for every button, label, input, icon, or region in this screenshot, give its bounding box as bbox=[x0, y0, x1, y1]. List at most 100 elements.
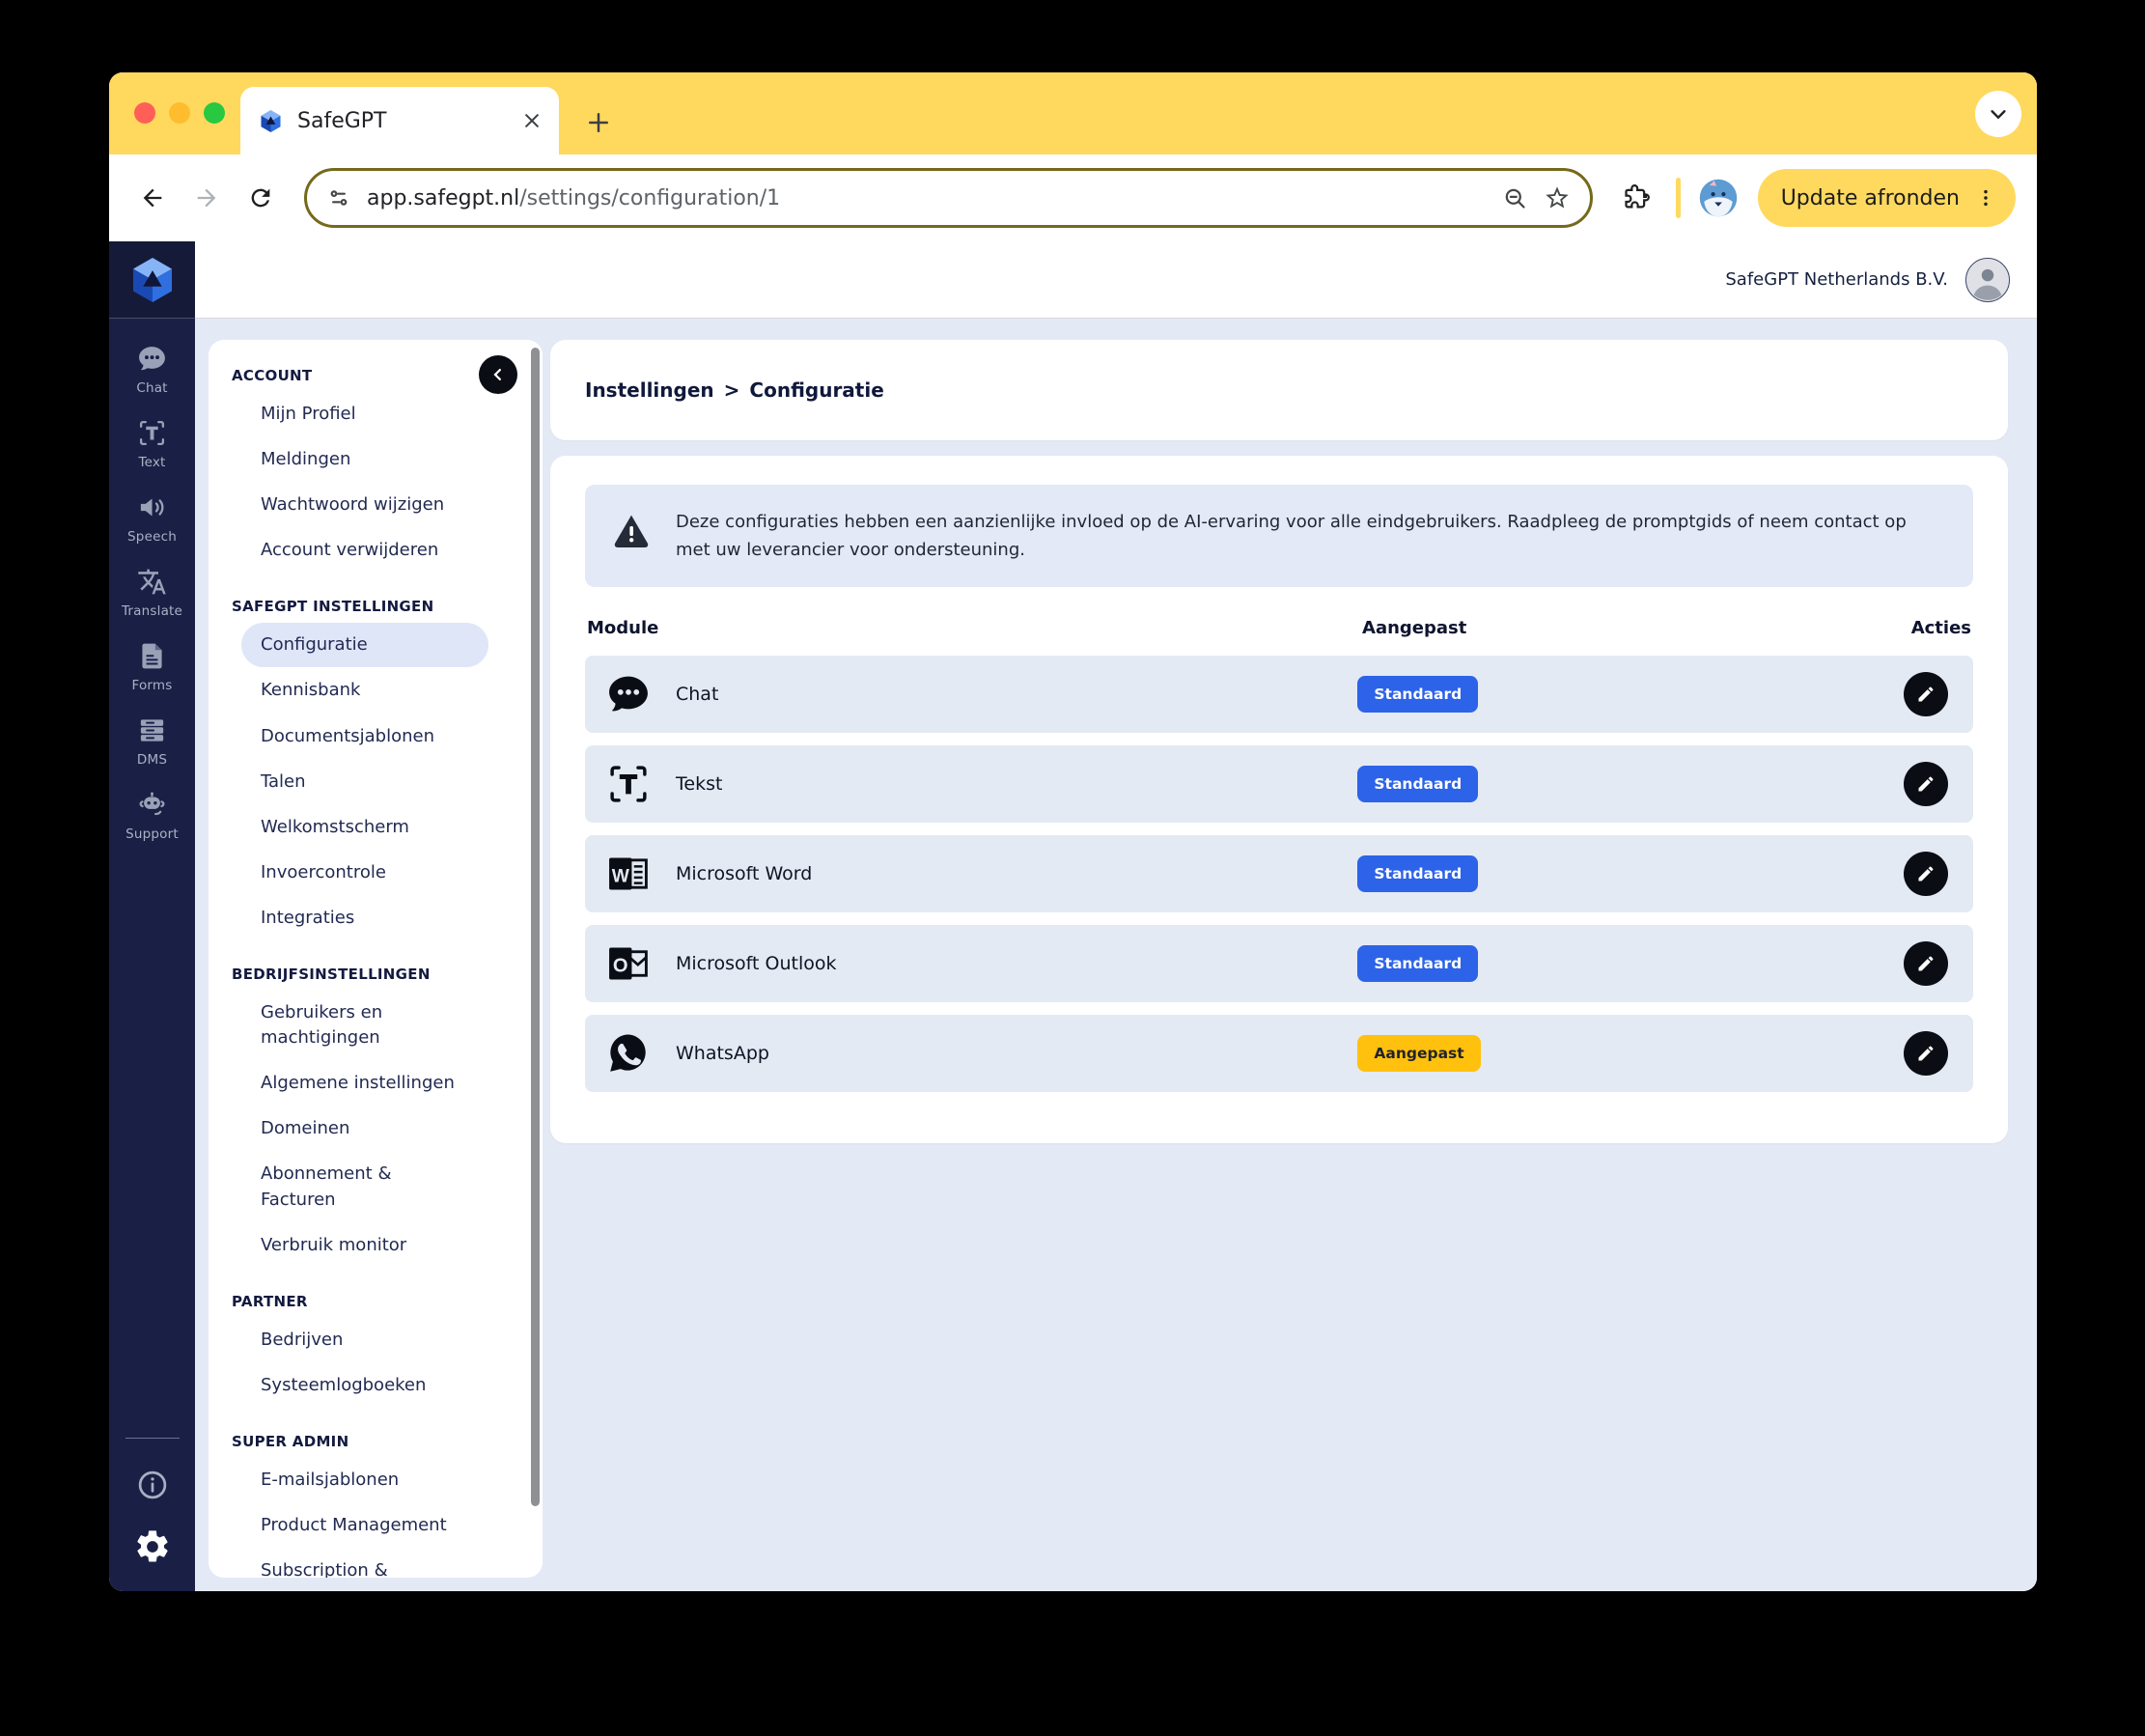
update-browser-button[interactable]: Update afronden bbox=[1757, 169, 2016, 227]
sidebar-item-subscription-payments[interactable]: Subscription & Payments bbox=[241, 1549, 488, 1578]
url-text[interactable]: app.safegpt.nl/settings/configuration/1 bbox=[367, 186, 1487, 210]
sidebar-item-verbruik-monitor[interactable]: Verbruik monitor bbox=[241, 1223, 488, 1268]
rail-label: Chat bbox=[136, 380, 168, 396]
rail-item-forms[interactable]: Forms bbox=[131, 641, 172, 693]
breadcrumb-page: Configuratie bbox=[749, 378, 884, 402]
extensions-puzzle-icon[interactable] bbox=[1614, 176, 1658, 220]
rail-item-support[interactable]: Support bbox=[125, 790, 179, 842]
safegpt-logo[interactable] bbox=[109, 241, 195, 319]
sidebar-item-algemene-instellingen[interactable]: Algemene instellingen bbox=[241, 1061, 488, 1106]
back-icon[interactable] bbox=[130, 176, 175, 220]
sidebar-item-domeinen[interactable]: Domeinen bbox=[241, 1106, 488, 1151]
sidebar-item-wachtwoord-wijzigen[interactable]: Wachtwoord wijzigen bbox=[241, 483, 488, 527]
breadcrumb-card: Instellingen > Configuratie bbox=[550, 340, 2008, 440]
warning-banner: Deze configuraties hebben een aanzienlij… bbox=[585, 485, 1973, 588]
rail-label: Speech bbox=[127, 529, 177, 545]
reload-icon[interactable] bbox=[238, 176, 283, 220]
breadcrumb-separator: > bbox=[723, 378, 740, 402]
info-button[interactable] bbox=[135, 1468, 170, 1502]
browser-profile-avatar[interactable] bbox=[1698, 178, 1739, 218]
browser-tab[interactable]: SafeGPT bbox=[240, 87, 559, 154]
table-row-microsoft-word: W Microsoft Word Standaard bbox=[585, 835, 1973, 913]
url-path: /settings/configuration/1 bbox=[519, 185, 781, 210]
rail-nav: Chat Text Speech Translate Forms DMS Sup… bbox=[109, 319, 195, 1591]
organization-name: SafeGPT Netherlands B.V. bbox=[1725, 269, 1948, 290]
sidebar-item-meldingen[interactable]: Meldingen bbox=[241, 437, 488, 482]
info-icon bbox=[138, 1470, 166, 1499]
sidebar-item-product-management[interactable]: Product Management bbox=[241, 1503, 488, 1548]
status-badge: Standaard bbox=[1357, 945, 1479, 983]
module-name: Microsoft Word bbox=[676, 863, 813, 885]
rail-item-translate[interactable]: Translate bbox=[122, 567, 182, 619]
bookmark-star-icon[interactable] bbox=[1544, 184, 1571, 211]
table-row-microsoft-outlook: O Microsoft Outlook Standaard bbox=[585, 925, 1973, 1003]
tab-strip: SafeGPT bbox=[109, 72, 2037, 154]
module-name: Microsoft Outlook bbox=[676, 953, 837, 975]
sidebar-item-documentsjablonen[interactable]: Documentsjablonen bbox=[241, 714, 488, 759]
sidebar-item-emailsjablonen[interactable]: E-mailsjablonen bbox=[241, 1458, 488, 1502]
edit-button[interactable] bbox=[1904, 1031, 1948, 1077]
pencil-icon bbox=[1918, 866, 1934, 882]
minimize-window-button[interactable] bbox=[169, 102, 190, 124]
module-name: Chat bbox=[676, 684, 719, 706]
safegpt-app: Chat Text Speech Translate Forms DMS Sup… bbox=[109, 241, 2037, 1591]
edit-button[interactable] bbox=[1904, 762, 1948, 807]
rail-item-dms[interactable]: DMS bbox=[137, 715, 167, 768]
sidebar-item-invoercontrole[interactable]: Invoercontrole bbox=[241, 851, 488, 895]
gear-icon bbox=[136, 1530, 168, 1562]
maximize-window-button[interactable] bbox=[204, 102, 225, 124]
sidebar-item-talen[interactable]: Talen bbox=[241, 760, 488, 804]
sidebar-item-systeemlogboeken[interactable]: Systeemlogboeken bbox=[241, 1363, 488, 1408]
table-row-tekst: Tekst Standaard bbox=[585, 745, 1973, 824]
table-row-whatsapp: WhatsApp Aangepast bbox=[585, 1015, 1973, 1093]
primary-sidebar: Chat Text Speech Translate Forms DMS Sup… bbox=[109, 241, 195, 1591]
rail-label: Text bbox=[138, 455, 166, 470]
content-area: ACCOUNT Mijn Profiel Meldingen Wachtwoor… bbox=[195, 319, 2037, 1591]
update-button-label: Update afronden bbox=[1780, 185, 1960, 210]
table-header: Module Aangepast Acties bbox=[587, 618, 1971, 638]
pencil-icon bbox=[1918, 956, 1934, 971]
nav-scrollbar[interactable] bbox=[531, 348, 540, 1506]
sidebar-item-welkomstscherm[interactable]: Welkomstscherm bbox=[241, 805, 488, 850]
edit-button[interactable] bbox=[1904, 852, 1948, 897]
breadcrumb-section[interactable]: Instellingen bbox=[585, 378, 714, 402]
rail-item-text[interactable]: Text bbox=[137, 418, 167, 470]
sidebar-item-bedrijven[interactable]: Bedrijven bbox=[241, 1318, 488, 1362]
rail-item-speech[interactable]: Speech bbox=[127, 492, 177, 545]
sidebar-item-account-verwijderen[interactable]: Account verwijderen bbox=[241, 528, 488, 573]
svg-text:W: W bbox=[612, 867, 630, 887]
column-header-acties: Acties bbox=[1910, 618, 1971, 639]
browser-window: SafeGPT app.safegpt.nl/settings/configur… bbox=[109, 72, 2037, 1591]
collapse-panel-button[interactable] bbox=[479, 355, 517, 394]
zoom-out-icon[interactable] bbox=[1502, 185, 1528, 211]
site-settings-icon[interactable] bbox=[326, 185, 351, 210]
support-robot-icon bbox=[139, 792, 165, 816]
sidebar-item-configuratie[interactable]: Configuratie bbox=[241, 623, 488, 668]
main-panel: Instellingen > Configuratie Deze configu… bbox=[550, 340, 2016, 1591]
rail-item-chat[interactable]: Chat bbox=[136, 344, 167, 396]
close-tab-icon[interactable] bbox=[522, 111, 542, 130]
module-name: WhatsApp bbox=[676, 1043, 769, 1065]
whatsapp-module-icon bbox=[610, 1034, 646, 1073]
edit-button[interactable] bbox=[1904, 672, 1948, 717]
sidebar-item-gebruikers-en-machtigingen[interactable]: Gebruikers en machtigingen bbox=[241, 991, 488, 1060]
settings-button[interactable] bbox=[133, 1527, 172, 1566]
chevron-left-icon bbox=[493, 369, 501, 380]
close-window-button[interactable] bbox=[134, 102, 155, 124]
url-bar[interactable]: app.safegpt.nl/settings/configuration/1 bbox=[304, 168, 1593, 228]
forward-icon[interactable] bbox=[184, 176, 229, 220]
sidebar-item-kennisbank[interactable]: Kennisbank bbox=[241, 668, 488, 713]
edit-button[interactable] bbox=[1904, 941, 1948, 987]
sidebar-item-abonnement-facturen[interactable]: Abonnement & Facturen bbox=[241, 1152, 488, 1221]
sidebar-item-integraties[interactable]: Integraties bbox=[241, 896, 488, 940]
rail-label: Translate bbox=[121, 603, 183, 619]
kebab-menu-icon[interactable] bbox=[1975, 187, 1996, 209]
configuration-card: Deze configuraties hebben een aanzienlij… bbox=[550, 456, 2008, 1144]
rail-label: DMS bbox=[136, 752, 168, 768]
window-controls bbox=[134, 102, 225, 124]
document-icon bbox=[142, 643, 162, 669]
sidebar-item-mijn-profiel[interactable]: Mijn Profiel bbox=[241, 392, 488, 436]
tab-search-button[interactable] bbox=[1975, 91, 2021, 137]
user-avatar[interactable] bbox=[1965, 257, 2010, 302]
new-tab-button[interactable] bbox=[584, 108, 613, 137]
